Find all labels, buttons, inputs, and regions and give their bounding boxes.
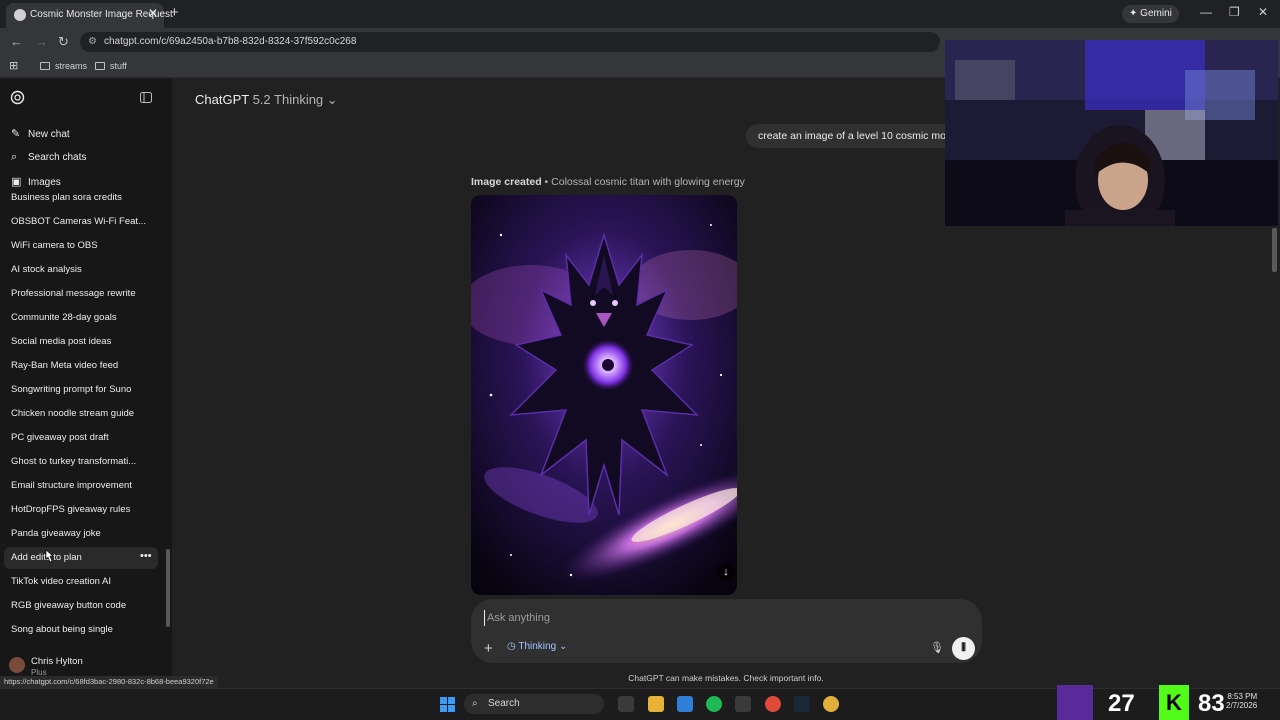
windows-start-icon[interactable] <box>440 697 455 712</box>
image-created-label: Image created • Colossal cosmic titan wi… <box>471 176 745 188</box>
steam-icon[interactable] <box>794 696 810 712</box>
chat-history-item[interactable]: HotDropFPS giveaway rules <box>11 504 130 515</box>
notepad-icon[interactable] <box>677 696 693 712</box>
chat-history-item[interactable]: Email structure improvement <box>11 480 132 491</box>
new-chat-button[interactable]: ✎ New chat <box>11 127 70 140</box>
chat-history-item[interactable]: Song about being single <box>11 624 113 635</box>
chat-history-item[interactable]: AI stock analysis <box>11 264 82 275</box>
images-icon: ▣ <box>11 176 22 188</box>
site-info-icon[interactable]: ⚙ <box>88 32 97 52</box>
waveform-icon: ⦀ <box>961 642 966 654</box>
chevron-down-icon: ⌄ <box>558 641 568 652</box>
chat-history-item[interactable]: Ray-Ban Meta video feed <box>11 360 118 371</box>
forward-arrow-icon[interactable]: → <box>35 34 48 49</box>
user-message-bubble: create an image of a level 10 cosmic mon… <box>746 124 956 148</box>
sidebar-scrollbar[interactable] <box>166 549 170 627</box>
search-chats-button[interactable]: ⌕ Search chats <box>11 151 86 164</box>
sidebar-toggle-icon[interactable] <box>140 92 152 103</box>
webcam-overlay <box>945 40 1278 226</box>
avatar <box>9 657 25 673</box>
chat-history-item[interactable]: Panda giveaway joke <box>11 528 101 539</box>
twitch-viewer-count: 27 <box>1108 690 1135 717</box>
hud-fx-icon[interactable] <box>735 696 751 712</box>
voice-mode-button[interactable]: ⦀ <box>952 637 975 660</box>
kick-icon: K <box>1159 685 1189 720</box>
file-explorer-icon[interactable] <box>648 696 664 712</box>
chatgpt-favicon-icon <box>14 9 26 21</box>
webcam-feed-image <box>945 40 1278 226</box>
kick-viewer-count: 83 <box>1198 690 1225 717</box>
chat-options-icon[interactable]: ••• <box>140 550 152 562</box>
chat-history-item[interactable]: Professional message rewrite <box>11 288 136 299</box>
openai-logo-icon[interactable] <box>10 90 25 105</box>
new-tab-button[interactable]: + <box>170 4 179 21</box>
chat-history-item[interactable]: RGB giveaway button code <box>11 600 126 611</box>
task-view-icon[interactable] <box>618 696 634 712</box>
cosmic-monster-artwork <box>471 195 737 595</box>
search-icon: ⌕ <box>11 151 18 163</box>
chat-history-item[interactable]: PC giveaway post draft <box>11 432 109 443</box>
back-arrow-icon[interactable]: ← <box>10 34 23 49</box>
url-text: chatgpt.com/c/69a2450a-b7b8-832d-8324-37… <box>104 36 357 47</box>
chevron-down-icon: ⌄ <box>326 92 338 107</box>
gemini-icon: ✦ <box>1129 8 1141 19</box>
chat-history-item[interactable]: OBSBOT Cameras Wi-Fi Feat... <box>11 216 146 227</box>
user-name: Chris Hylton <box>31 656 83 667</box>
composer <box>471 599 982 663</box>
reload-icon[interactable]: ↻ <box>58 34 69 50</box>
sidebar: ✎ New chat ⌕ Search chats ▣ Images Business… <box>0 79 172 679</box>
minimize-button[interactable]: — <box>1200 5 1212 19</box>
microphone-icon[interactable]: 🎙 <box>930 641 944 654</box>
model-selector[interactable]: ChatGPT 5.2 Thinking ⌄ <box>195 92 338 108</box>
taskbar-search[interactable]: ⌕ Search <box>464 694 604 714</box>
clock-icon: ◷ <box>507 641 516 652</box>
spotify-icon[interactable] <box>706 696 722 712</box>
close-window-button[interactable]: ✕ <box>1258 5 1268 19</box>
download-icon[interactable]: ↓ <box>717 563 735 581</box>
bookmark-streams[interactable]: streams <box>40 61 87 71</box>
system-clock[interactable]: 8:53 PM 2/7/2026 <box>1226 692 1257 710</box>
chat-history-item[interactable]: Ghost to turkey transformati... <box>11 456 136 467</box>
status-bar-url: https://chatgpt.com/c/68fd3bac-2980-832c… <box>0 676 218 688</box>
chat-history-item[interactable]: Songwriting prompt for Suno <box>11 384 131 395</box>
tab-bar: Cosmic Monster Image Request ✕ + ✦ Gemin… <box>0 0 1280 28</box>
chat-history-item[interactable]: Business plan sora credits <box>11 192 122 203</box>
close-tab-icon[interactable]: ✕ <box>148 6 158 20</box>
address-bar[interactable]: ⚙ chatgpt.com/c/69a2450a-b7b8-832d-8324-… <box>80 32 940 52</box>
chrome-icon[interactable] <box>765 696 781 712</box>
chat-history-item[interactable]: TikTok video creation AI <box>11 576 111 587</box>
thinking-mode-button[interactable]: ◷ Thinking ⌄ <box>507 641 567 652</box>
bookmark-stuff[interactable]: stuff <box>95 61 127 71</box>
images-button[interactable]: ▣ Images <box>11 175 61 188</box>
chat-history-item[interactable]: WiFi camera to OBS <box>11 240 98 251</box>
tab-chatgpt[interactable]: Cosmic Monster Image Request ✕ <box>6 3 173 28</box>
search-icon: ⌕ <box>472 698 478 709</box>
edit-icon: ✎ <box>11 128 21 140</box>
mouse-cursor-icon <box>45 549 54 563</box>
chat-history-item[interactable]: Chicken noodle stream guide <box>11 408 134 419</box>
apps-grid-icon[interactable]: ⊞ <box>9 59 18 72</box>
chat-history-item[interactable]: Social media post ideas <box>11 336 111 347</box>
twitch-icon <box>1057 685 1093 720</box>
prompt-input[interactable] <box>484 610 904 626</box>
maximize-button[interactable]: ❐ <box>1229 5 1240 19</box>
chrome-active-icon[interactable] <box>823 696 839 712</box>
folder-icon <box>95 62 105 70</box>
chat-history-item[interactable]: Communite 28-day goals <box>11 312 117 323</box>
main-scrollbar[interactable] <box>1272 228 1277 272</box>
gemini-button[interactable]: ✦ Gemini <box>1122 5 1179 23</box>
generated-cosmic-monster-image[interactable] <box>471 195 737 595</box>
add-attachment-button[interactable]: + <box>484 640 493 657</box>
folder-icon <box>40 62 50 70</box>
